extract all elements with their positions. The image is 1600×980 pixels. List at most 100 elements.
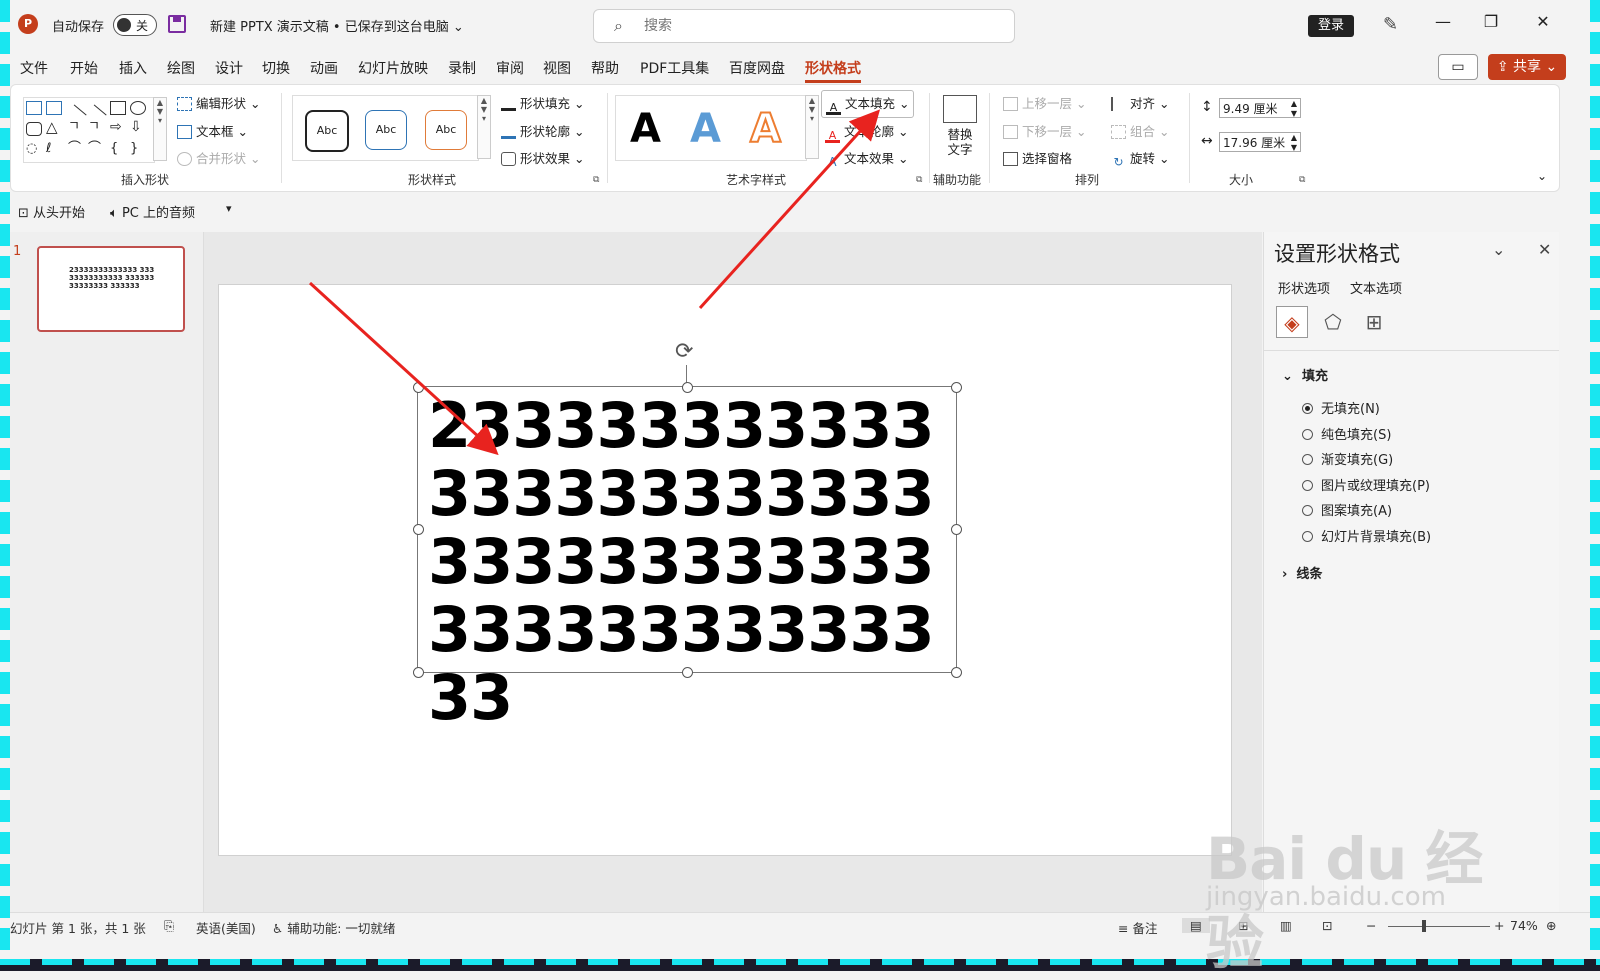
resize-handle-bottom-left[interactable]: [413, 667, 424, 678]
edit-shape-button[interactable]: 编辑形状 ⌄: [177, 93, 260, 112]
resize-handle-bottom[interactable]: [682, 667, 693, 678]
share-button[interactable]: ⇪ 共享 ⌄: [1488, 54, 1566, 80]
wordart-gallery[interactable]: A A A: [615, 95, 807, 161]
triangle-shape-icon[interactable]: △: [46, 120, 62, 135]
slide-sorter-icon[interactable]: ⊞: [1238, 918, 1248, 933]
pane-options-chevron-icon[interactable]: ⌄: [1492, 240, 1505, 259]
resize-handle-left[interactable]: [413, 524, 424, 535]
shape-style-blue[interactable]: Abc: [365, 110, 407, 150]
shape-outline-button[interactable]: 形状轮廓 ⌄: [501, 121, 584, 140]
restore-icon[interactable]: ❐: [1476, 12, 1506, 31]
wordart-style-orange[interactable]: A: [749, 105, 782, 153]
radio-gradient-fill[interactable]: 渐变填充(G): [1302, 449, 1393, 468]
reading-view-icon[interactable]: ▥: [1280, 918, 1292, 933]
normal-view-icon[interactable]: ▤: [1182, 918, 1210, 933]
tab-baidu-netdisk[interactable]: 百度网盘: [729, 58, 785, 78]
shapes-gallery-scroll[interactable]: ▲ ▼ ▾: [153, 97, 167, 161]
shape-styles-scroll[interactable]: ▲ ▼ ▾: [477, 95, 491, 159]
textbox-shape-icon[interactable]: [26, 101, 42, 115]
tab-design[interactable]: 设计: [215, 58, 243, 78]
shape-style-black[interactable]: Abc: [305, 110, 349, 152]
text-effects-button[interactable]: A 文本效果 ⌄: [825, 148, 908, 169]
oval-shape-icon[interactable]: [130, 101, 146, 115]
dialog-launcher-icon[interactable]: ⧉: [593, 175, 599, 185]
notes-button[interactable]: ≡ 备注: [1118, 918, 1157, 937]
vertical-textbox-shape-icon[interactable]: [46, 101, 62, 115]
tab-review[interactable]: 审阅: [496, 58, 524, 78]
merge-shapes-button[interactable]: 合并形状 ⌄: [177, 148, 260, 167]
tab-record[interactable]: 录制: [448, 58, 476, 78]
rounded-rectangle-shape-icon[interactable]: [26, 122, 42, 136]
tab-slideshow[interactable]: 幻灯片放映: [358, 58, 428, 78]
radio-background-fill[interactable]: 幻灯片背景填充(B): [1302, 526, 1431, 545]
left-brace-shape-icon[interactable]: {: [110, 142, 126, 156]
zoom-in-icon[interactable]: +: [1494, 918, 1504, 933]
pen-icon[interactable]: ✎: [1383, 14, 1398, 35]
search-input[interactable]: [642, 14, 986, 38]
radio-picture-fill[interactable]: 图片或纹理填充(P): [1302, 475, 1430, 494]
autosave-toggle[interactable]: 关: [113, 14, 157, 36]
text-outline-button[interactable]: A 文本轮廓 ⌄: [825, 121, 908, 143]
alt-text-button[interactable]: 替换文字: [945, 127, 975, 157]
dialog-launcher-icon[interactable]: ⧉: [1299, 175, 1305, 185]
elbow-connector-shape-icon[interactable]: ㄱ: [88, 120, 104, 134]
tab-draw[interactable]: 绘图: [167, 58, 195, 78]
shape-effects-button[interactable]: 形状效果 ⌄: [501, 148, 584, 167]
alt-text-icon[interactable]: [943, 95, 977, 123]
customize-toolbar-icon[interactable]: ▾: [226, 202, 232, 215]
selected-textbox[interactable]: ⟳ 23333333333333333333333333333333333333…: [413, 339, 962, 732]
login-button[interactable]: 登录: [1308, 15, 1354, 37]
shapes-gallery[interactable]: △ ㄱ ㄱ ⇨ ⇩ ◌ ℓ ⌒ ⌒ { }: [23, 97, 155, 163]
resize-handle-bottom-right[interactable]: [951, 667, 962, 678]
size-properties-icon[interactable]: ⊞: [1358, 306, 1390, 338]
zoom-out-icon[interactable]: −: [1366, 918, 1376, 933]
pane-close-icon[interactable]: ✕: [1538, 240, 1551, 259]
close-icon[interactable]: ✕: [1528, 12, 1558, 31]
radio-no-fill[interactable]: 无填充(N): [1302, 398, 1380, 417]
zoom-slider-thumb[interactable]: [1422, 920, 1426, 932]
slideshow-view-icon[interactable]: ⊡: [1322, 918, 1332, 933]
textbox-text[interactable]: 2333333333333333333333333333333333333333…: [428, 392, 948, 732]
curve-shape-icon[interactable]: ⌒: [88, 142, 104, 156]
radio-pattern-fill[interactable]: 图案填充(A): [1302, 500, 1392, 519]
comments-icon[interactable]: ▭: [1438, 54, 1478, 80]
tab-help[interactable]: 帮助: [591, 58, 619, 78]
tab-text-options[interactable]: 文本选项: [1350, 278, 1402, 297]
tab-shape-format[interactable]: 形状格式: [805, 58, 861, 83]
rotate-handle-icon[interactable]: ⟳: [675, 339, 693, 364]
minimize-icon[interactable]: —: [1428, 12, 1458, 31]
align-button[interactable]: 对齐 ⌄: [1111, 93, 1169, 112]
ribbon-collapse-icon[interactable]: ⌄: [1537, 169, 1547, 183]
pc-audio-button[interactable]: 🔈︎ PC 上的音频: [110, 202, 195, 221]
rotate-button[interactable]: ↻ 旋转 ⌄: [1111, 148, 1169, 169]
zoom-level[interactable]: 74%: [1510, 918, 1538, 933]
shape-style-orange[interactable]: Abc: [425, 110, 467, 150]
shape-height-input[interactable]: 9.49 厘米 ▲ ▼: [1219, 98, 1301, 118]
bring-forward-button[interactable]: 上移一层 ⌄: [1003, 93, 1086, 112]
text-box-button[interactable]: 文本框 ⌄: [177, 121, 248, 140]
resize-handle-top-right[interactable]: [951, 382, 962, 393]
wordart-scroll[interactable]: ▲ ▼ ▾: [805, 95, 819, 159]
tab-insert[interactable]: 插入: [119, 58, 147, 78]
height-spinner-icon[interactable]: ▲ ▼: [1291, 99, 1297, 119]
group-button[interactable]: 组合 ⌄: [1111, 121, 1169, 140]
effects-pentagon-icon[interactable]: ⬠: [1317, 306, 1349, 338]
fill-line-icon[interactable]: ◈: [1276, 306, 1308, 338]
rectangle-shape-icon[interactable]: [110, 101, 126, 115]
radio-solid-fill[interactable]: 纯色填充(S): [1302, 424, 1391, 443]
resize-handle-top-left[interactable]: [413, 382, 424, 393]
spellcheck-icon[interactable]: ⎘: [164, 918, 174, 934]
freeform-shape-icon[interactable]: ◌: [26, 142, 42, 156]
zoom-slider[interactable]: [1388, 926, 1490, 927]
wordart-style-blue[interactable]: A: [690, 106, 721, 152]
slide-canvas[interactable]: ⟳ 23333333333333333333333333333333333333…: [218, 284, 1232, 856]
resize-handle-right[interactable]: [951, 524, 962, 535]
shape-width-input[interactable]: 17.96 厘米 ▲ ▼: [1219, 132, 1301, 152]
from-start-button[interactable]: ⊡ 从头开始: [18, 202, 85, 221]
fit-slide-icon[interactable]: ⊕: [1546, 918, 1556, 933]
send-backward-button[interactable]: 下移一层 ⌄: [1003, 121, 1086, 140]
connector-shape-icon[interactable]: ㄱ: [68, 120, 84, 134]
right-brace-shape-icon[interactable]: }: [130, 142, 146, 156]
fill-section-header[interactable]: ⌄ 填充: [1282, 365, 1328, 384]
tab-pdf-tools[interactable]: PDF工具集: [640, 58, 709, 78]
